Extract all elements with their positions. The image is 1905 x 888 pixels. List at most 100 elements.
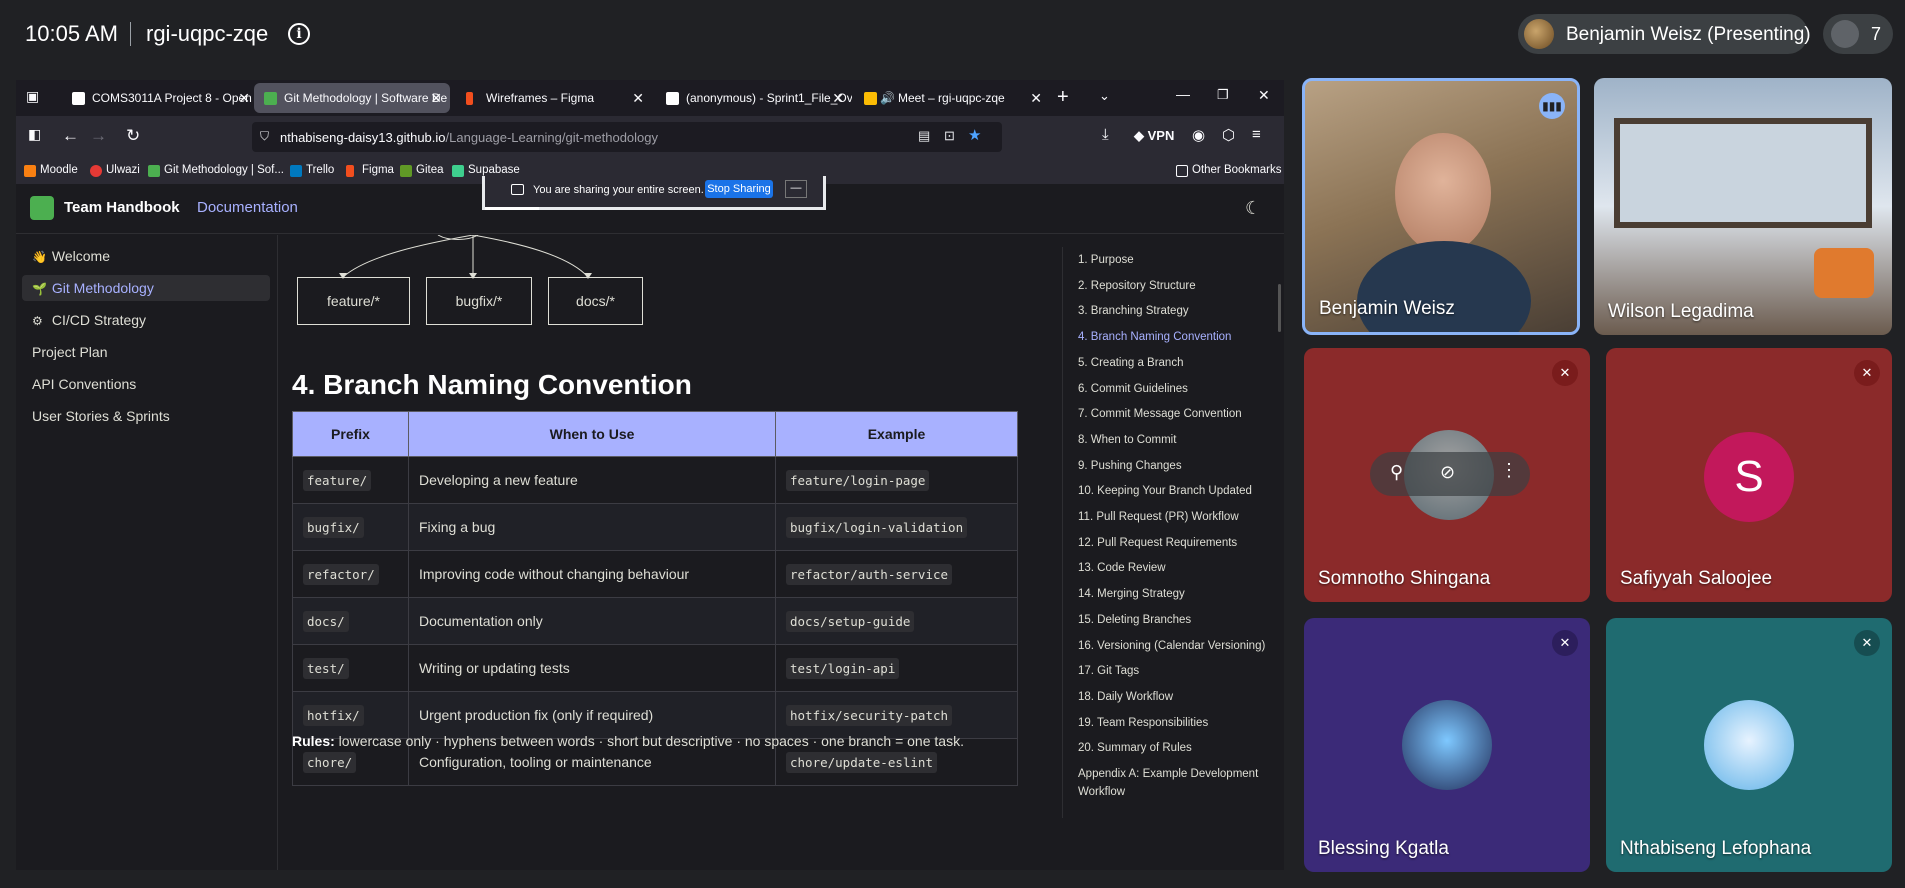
toc-item[interactable]: 4. Branch Naming Convention: [1078, 328, 1278, 346]
site-title[interactable]: Team Handbook: [64, 199, 180, 216]
presenter-chip[interactable]: Benjamin Weisz (Presenting): [1518, 14, 1811, 54]
more-icon[interactable]: ⋮: [1500, 460, 1518, 481]
new-tab-button[interactable]: +: [1057, 86, 1069, 109]
restore-button[interactable]: ❐: [1217, 87, 1229, 103]
toc-item[interactable]: 19. Team Responsibilities: [1078, 714, 1278, 732]
reload-button[interactable]: ↻: [126, 126, 140, 146]
toc-item[interactable]: 7. Commit Message Convention: [1078, 405, 1278, 423]
close-icon[interactable]: ✕: [238, 83, 250, 113]
toc-item[interactable]: 11. Pull Request (PR) Workflow: [1078, 508, 1278, 526]
bookmark-git-methodology[interactable]: Git Methodology | Sof...: [148, 164, 284, 177]
address-bar[interactable]: ⛉ nthabiseng-daisy13.github.io/Language-…: [252, 122, 1002, 152]
moon-icon[interactable]: ☾: [1245, 198, 1261, 219]
close-icon[interactable]: ✕: [632, 83, 644, 113]
sidebar-item-cicd[interactable]: ⚙ CI/CD Strategy: [22, 307, 270, 333]
tab-overview-icon[interactable]: ▣: [26, 88, 39, 105]
nav-documentation[interactable]: Documentation: [197, 199, 298, 216]
divider: [130, 22, 131, 46]
minimize-button[interactable]: —: [1176, 86, 1190, 102]
info-icon[interactable]: i: [288, 23, 310, 45]
tab-git-methodology[interactable]: Git Methodology | Software De ✕: [254, 83, 450, 113]
participant-tile-nthabiseng[interactable]: ✕ Nthabiseng Lefophana: [1606, 618, 1892, 872]
toc-item[interactable]: 18. Daily Workflow: [1078, 688, 1278, 706]
shield-icon[interactable]: ⛉: [260, 129, 269, 144]
toc-item[interactable]: Appendix A: Example Development Workflow: [1078, 765, 1278, 801]
close-icon[interactable]: ✕: [832, 83, 844, 113]
reader-view-icon[interactable]: ▤: [918, 128, 930, 144]
pin-icon[interactable]: ⚲: [1390, 462, 1403, 483]
account-icon[interactable]: ◉: [1192, 126, 1205, 144]
chevron-down-icon[interactable]: ⌄: [1099, 88, 1110, 104]
close-icon[interactable]: ✕: [1030, 83, 1042, 113]
toc-item[interactable]: 15. Deleting Branches: [1078, 611, 1278, 629]
participant-tile-somnotho[interactable]: ⚲ ⊘ ⋮ ✕ Somnotho Shingana: [1304, 348, 1590, 602]
cell-example: test/login-api: [775, 644, 1018, 692]
menu-icon[interactable]: ≡: [1252, 126, 1261, 143]
meet-top-bar: 10:05 AM rgi-uqpc-zqe i Benjamin Weisz (…: [0, 0, 1905, 66]
sidebar-item-api-conventions[interactable]: API Conventions: [22, 371, 270, 397]
sidebar-item-git-methodology[interactable]: 🌱 Git Methodology: [22, 275, 270, 301]
site-favicon-icon: [264, 92, 277, 105]
scrollbar[interactable]: [1278, 284, 1281, 332]
toc-item[interactable]: 3. Branching Strategy: [1078, 302, 1278, 320]
bookmark-figma[interactable]: Figma: [346, 164, 394, 177]
other-bookmarks[interactable]: Other Bookmarks: [1176, 164, 1282, 177]
participant-tile-benjamin[interactable]: ▮▮▮ Benjamin Weisz: [1302, 78, 1580, 335]
bookmark-moodle[interactable]: Moodle: [24, 164, 78, 177]
forward-button[interactable]: →: [90, 126, 107, 146]
banner-indicator: [485, 207, 539, 210]
bookmark-supabase[interactable]: Supabase: [452, 164, 520, 177]
tab-coms3011a[interactable]: COMS3011A Project 8 - Open S ✕: [62, 83, 258, 113]
toc-item[interactable]: 12. Pull Request Requirements: [1078, 534, 1278, 552]
sidebar-item-user-stories[interactable]: User Stories & Sprints: [22, 403, 270, 429]
toc-item[interactable]: 9. Pushing Changes: [1078, 457, 1278, 475]
toc-item[interactable]: 13. Code Review: [1078, 559, 1278, 577]
bookmark-trello[interactable]: Trello: [290, 164, 335, 177]
participant-tile-safiyyah[interactable]: S ✕ Safiyyah Saloojee: [1606, 348, 1892, 602]
minimize-banner-button[interactable]: —: [785, 180, 807, 198]
back-button[interactable]: ←: [62, 126, 79, 146]
sidebar-item-project-plan[interactable]: Project Plan: [22, 339, 270, 365]
bookmark-label: Other Bookmarks: [1192, 164, 1282, 176]
toc-item[interactable]: 10. Keeping Your Branch Updated: [1078, 482, 1278, 500]
toc-item[interactable]: 2. Repository Structure: [1078, 277, 1278, 295]
bookmark-label: Trello: [306, 164, 335, 176]
download-icon[interactable]: ⤓: [1102, 126, 1109, 143]
toc-item[interactable]: 16. Versioning (Calendar Versioning): [1078, 637, 1278, 655]
participant-name: Benjamin Weisz: [1319, 298, 1455, 319]
toc-item[interactable]: 8. When to Commit: [1078, 431, 1278, 449]
close-icon[interactable]: ✕: [430, 83, 442, 113]
bookmark-ulwazi[interactable]: Ulwazi: [90, 164, 140, 177]
toc-item[interactable]: 5. Creating a Branch: [1078, 354, 1278, 372]
code-text: docs/setup-guide: [786, 611, 915, 632]
participant-tile-blessing[interactable]: ✕ Blessing Kgatla: [1304, 618, 1590, 872]
extensions-icon[interactable]: ⬡: [1222, 126, 1235, 144]
logo[interactable]: [30, 196, 54, 220]
toc-item[interactable]: 20. Summary of Rules: [1078, 739, 1278, 757]
pocket-icon[interactable]: ⊡: [944, 128, 955, 144]
tab-sprint1[interactable]: (anonymous) - Sprint1_File_Ov ✕: [656, 83, 852, 113]
toc-item[interactable]: 1. Purpose: [1078, 251, 1278, 269]
toc-item[interactable]: 17. Git Tags: [1078, 662, 1278, 680]
participants-button[interactable]: 7: [1823, 14, 1893, 54]
stop-sharing-button[interactable]: Stop Sharing: [705, 180, 773, 198]
speaker-icon[interactable]: 🔊: [880, 83, 895, 113]
participant-name: Blessing Kgatla: [1318, 838, 1449, 859]
screen-icon: [511, 184, 524, 195]
bookmark-star-icon[interactable]: ★: [968, 126, 981, 144]
toc-item[interactable]: 6. Commit Guidelines: [1078, 380, 1278, 398]
toc-item[interactable]: 14. Merging Strategy: [1078, 585, 1278, 603]
tab-figma[interactable]: Wireframes – Figma ✕: [456, 83, 652, 113]
figma-icon: [346, 165, 354, 177]
participant-tile-wilson[interactable]: Wilson Legadima: [1594, 78, 1892, 335]
sidebar-toggle-icon[interactable]: ◧: [28, 126, 41, 143]
close-window-button[interactable]: ✕: [1258, 87, 1270, 104]
mic-off-icon[interactable]: ⊘: [1440, 462, 1455, 483]
tab-meet[interactable]: 🔊 Meet – rgi-uqpc-zqe ✕: [854, 83, 1050, 113]
cell-when: Urgent production fix (only if required): [408, 691, 776, 739]
bookmark-gitea[interactable]: Gitea: [400, 164, 444, 177]
meeting-code: rgi-uqpc-zqe: [146, 21, 269, 46]
code-text: test/login-api: [786, 658, 900, 679]
vpn-button[interactable]: ◆ VPN: [1134, 128, 1174, 144]
sidebar-item-welcome[interactable]: 👋 Welcome: [22, 243, 270, 269]
